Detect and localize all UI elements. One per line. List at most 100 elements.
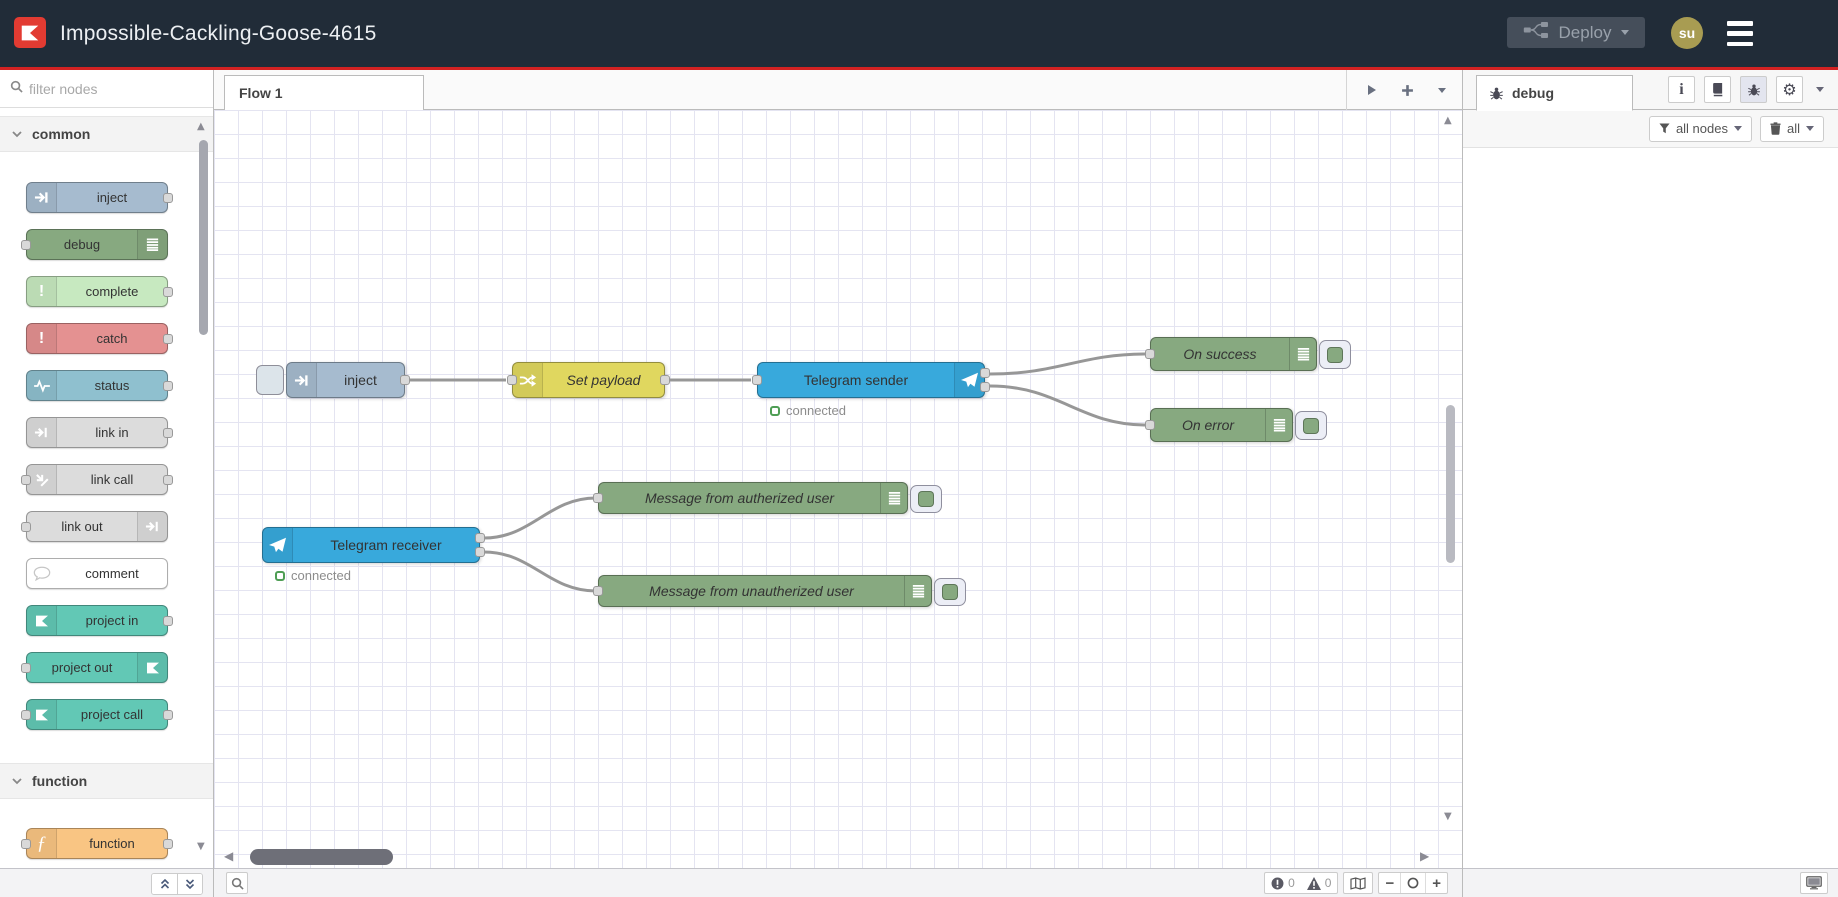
deploy-options-chevron-icon[interactable] xyxy=(1621,30,1630,35)
input-port[interactable] xyxy=(21,838,31,849)
output-port[interactable] xyxy=(163,427,173,438)
zoom-out-button[interactable]: − xyxy=(1379,873,1400,893)
flow-node-on-success[interactable]: On success xyxy=(1145,337,1351,371)
palette-node-inject[interactable]: inject xyxy=(26,182,173,213)
collapse-all-categories-button[interactable] xyxy=(152,874,177,894)
main-menu-button[interactable] xyxy=(1727,21,1753,46)
user-avatar[interactable]: su xyxy=(1671,17,1703,49)
flow-canvas[interactable]: inject Set payload Telegram sender conne… xyxy=(214,110,1462,868)
palette-category-common[interactable]: common xyxy=(0,116,213,152)
palette-node-project-call[interactable]: project call xyxy=(21,699,173,730)
inject-icon xyxy=(27,183,57,212)
wire[interactable] xyxy=(483,550,597,593)
flow-node-message-authorized[interactable]: Message from autherized user xyxy=(593,482,942,514)
output-port[interactable] xyxy=(163,192,173,203)
input-port[interactable] xyxy=(593,586,603,596)
palette-search-input[interactable] xyxy=(29,80,179,97)
scroll-up-icon[interactable]: ▲ xyxy=(1444,116,1452,126)
tab-flow-1[interactable]: Flow 1 xyxy=(224,75,424,110)
inject-trigger-button[interactable] xyxy=(256,365,284,395)
minimap-toggle[interactable] xyxy=(1343,872,1374,894)
palette-scrollbar-thumb[interactable] xyxy=(199,140,208,335)
flow-node-telegram-sender[interactable]: Telegram sender connected xyxy=(752,362,990,418)
palette-node-link-out[interactable]: link out xyxy=(21,511,168,542)
palette-node-function[interactable]: ƒ function xyxy=(21,828,173,859)
tab-debug[interactable]: debug xyxy=(1476,75,1633,111)
config-tab-button[interactable]: ⚙ xyxy=(1776,76,1803,103)
add-flow-icon[interactable] xyxy=(1401,84,1414,97)
debug-toggle-button[interactable] xyxy=(1319,340,1351,369)
output-port[interactable] xyxy=(660,375,670,385)
palette-node-project-in[interactable]: project in xyxy=(26,605,173,636)
output-port[interactable] xyxy=(163,474,173,485)
wire[interactable] xyxy=(483,496,597,540)
wire[interactable] xyxy=(989,384,1147,427)
palette-node-project-out[interactable]: project out xyxy=(21,652,168,683)
canvas-search-button[interactable] xyxy=(226,872,248,894)
input-port[interactable] xyxy=(21,662,31,673)
flow-node-on-error[interactable]: On error xyxy=(1145,408,1327,442)
deploy-button[interactable]: Deploy xyxy=(1507,17,1645,48)
canvas-hscrollbar-thumb[interactable] xyxy=(250,849,393,865)
output-port-2[interactable] xyxy=(980,381,990,392)
palette-category-function[interactable]: function xyxy=(0,763,213,799)
input-port[interactable] xyxy=(1145,349,1155,359)
output-port-1[interactable] xyxy=(980,368,990,379)
palette-node-link-call[interactable]: link call xyxy=(21,464,173,495)
scroll-down-icon[interactable]: ▼ xyxy=(1444,812,1452,822)
palette-node-status[interactable]: status xyxy=(26,370,173,401)
debug-toggle-button[interactable] xyxy=(934,578,966,606)
output-port[interactable] xyxy=(163,380,173,391)
flow-node-inject[interactable]: inject xyxy=(256,362,410,398)
input-port[interactable] xyxy=(593,493,603,503)
palette-node-comment[interactable]: comment xyxy=(26,558,168,589)
debug-tab-button[interactable] xyxy=(1740,76,1767,103)
output-port[interactable] xyxy=(400,375,410,385)
output-port[interactable] xyxy=(163,333,173,344)
input-port[interactable] xyxy=(21,521,31,532)
flow-node-set-payload[interactable]: Set payload xyxy=(507,362,670,398)
debug-toggle-button[interactable] xyxy=(1295,411,1327,440)
sidebar-options-chevron-icon[interactable] xyxy=(1816,87,1824,92)
scroll-down-icon[interactable]: ▼ xyxy=(197,842,205,852)
debug-filter-button[interactable]: all nodes xyxy=(1648,115,1752,142)
open-debug-window-button[interactable] xyxy=(1800,872,1828,894)
palette-node-debug[interactable]: debug xyxy=(21,229,168,260)
info-tab-button[interactable]: i xyxy=(1668,76,1695,103)
next-tab-icon[interactable] xyxy=(1367,84,1377,96)
canvas-vscrollbar-thumb[interactable] xyxy=(1446,405,1455,563)
palette-node-catch[interactable]: ! catch xyxy=(26,323,173,354)
input-port[interactable] xyxy=(507,375,517,385)
output-port[interactable] xyxy=(163,615,173,626)
error-count[interactable]: 0 xyxy=(1265,873,1301,893)
scroll-right-icon[interactable]: ▶ xyxy=(1420,850,1429,862)
output-port-1[interactable] xyxy=(475,533,485,544)
debug-toggle-button[interactable] xyxy=(910,485,942,513)
help-tab-button[interactable] xyxy=(1704,76,1731,103)
comment-bubble-icon xyxy=(27,559,57,588)
output-port[interactable] xyxy=(163,838,173,849)
input-port[interactable] xyxy=(752,375,762,385)
warning-count[interactable]: 0 xyxy=(1301,873,1338,893)
scroll-left-icon[interactable]: ◀ xyxy=(224,850,233,862)
debug-message-list[interactable] xyxy=(1463,148,1838,868)
zoom-reset-button[interactable] xyxy=(1400,873,1425,893)
input-port[interactable] xyxy=(21,239,31,250)
scroll-up-icon[interactable]: ▲ xyxy=(197,122,205,132)
output-port[interactable] xyxy=(163,286,173,297)
flow-node-telegram-receiver[interactable]: Telegram receiver connected xyxy=(262,527,485,583)
input-port[interactable] xyxy=(1145,420,1155,430)
expand-all-categories-button[interactable] xyxy=(177,874,202,894)
zoom-in-button[interactable]: + xyxy=(1425,873,1447,893)
debug-clear-button[interactable]: all xyxy=(1759,115,1824,142)
flow-node-message-unauthorized[interactable]: Message from unautherized user xyxy=(593,575,966,607)
wire[interactable] xyxy=(989,352,1147,376)
palette-node-link-in[interactable]: link in xyxy=(26,417,173,448)
output-port[interactable] xyxy=(163,709,173,720)
palette-node-complete[interactable]: ! complete xyxy=(26,276,173,307)
output-port-2[interactable] xyxy=(475,546,485,557)
input-port[interactable] xyxy=(21,709,31,720)
input-port[interactable] xyxy=(21,474,31,485)
flow-list-chevron-icon[interactable] xyxy=(1438,87,1446,93)
palette-search[interactable] xyxy=(0,70,213,108)
